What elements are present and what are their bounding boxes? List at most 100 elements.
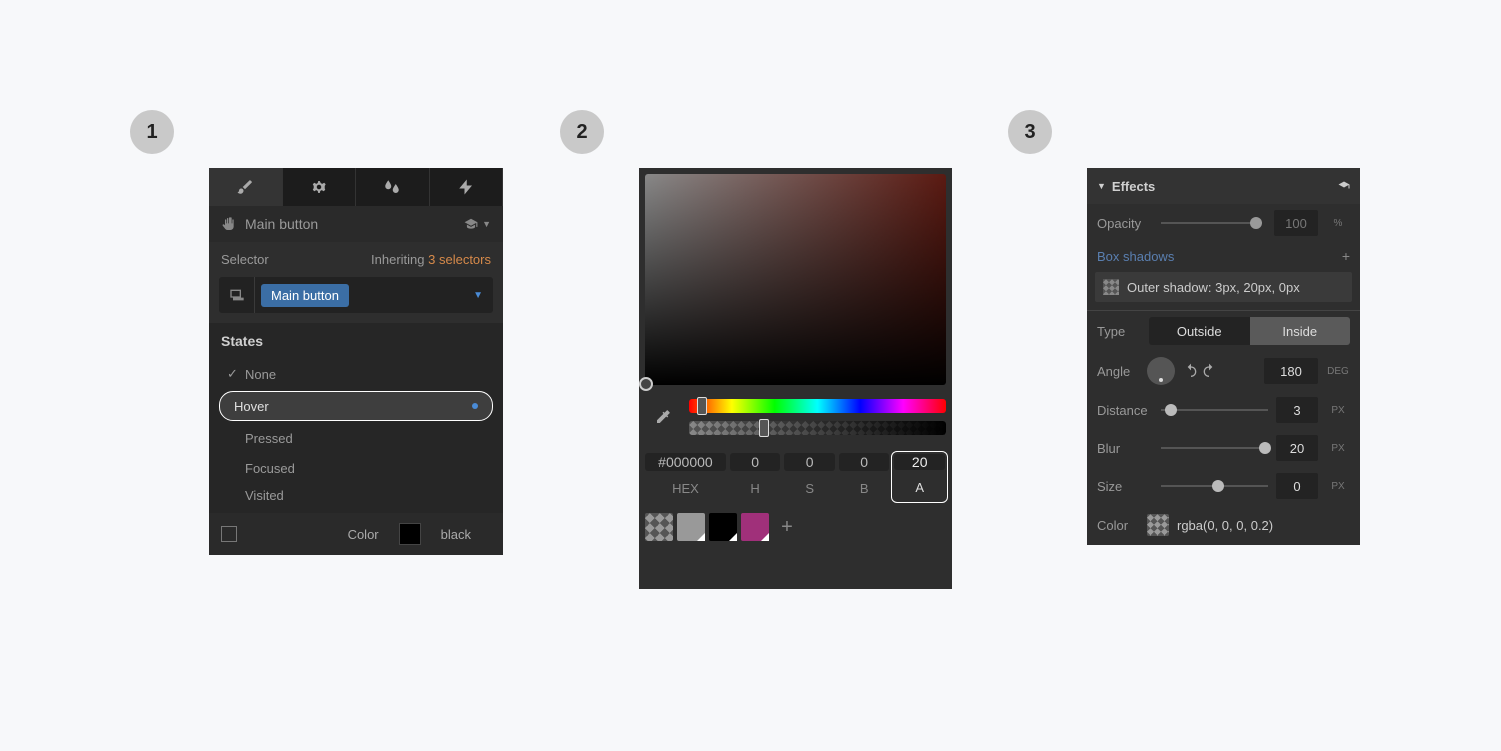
size-label: Size [1097,479,1153,494]
angle-dial[interactable] [1147,357,1175,385]
swatch-transparent[interactable] [645,513,673,541]
tab-interactions[interactable] [356,168,430,206]
angle-unit: DEG [1326,366,1350,377]
tab-style[interactable] [209,168,283,206]
state-label: Focused [245,461,295,476]
type-inside[interactable]: Inside [1250,317,1351,345]
inheriting-info[interactable]: Inheriting 3 selectors [371,252,491,267]
opacity-label: Opacity [1097,216,1149,231]
alpha-thumb[interactable] [759,419,769,437]
inheriting-label: Inheriting [371,252,424,267]
saturation-input[interactable]: 0 [784,453,835,471]
size-row: Size 0 PX [1087,467,1360,505]
sb-handle[interactable] [639,377,653,391]
px-unit: PX [1326,405,1350,416]
px-unit: PX [1326,443,1350,454]
caret-down-icon: ▼ [1097,181,1106,191]
states-header: States [209,323,503,359]
distance-slider[interactable] [1161,409,1268,411]
opacity-value[interactable]: 100 [1274,210,1318,236]
saturation-brightness-area[interactable] [645,174,946,385]
color-inputs-row: #000000 HEX 0 H 0 S 0 B 20 A [645,453,946,501]
swatch-row: + [645,513,946,541]
gear-icon [310,178,328,196]
type-row: Type Outside Inside [1087,311,1360,351]
h-label: H [730,475,781,501]
hex-input[interactable]: #000000 [645,453,726,471]
caret-down-icon[interactable]: ▼ [482,219,491,229]
swatch-magenta[interactable] [741,513,769,541]
distance-knob[interactable] [1165,404,1177,416]
effects-header[interactable]: ▼ Effects [1087,168,1360,204]
shadow-color-swatch[interactable] [1147,514,1169,536]
angle-value[interactable]: 180 [1264,358,1318,384]
hue-thumb[interactable] [697,397,707,415]
b-label: B [839,475,890,501]
opacity-slider[interactable] [1161,222,1262,224]
box-icon[interactable] [221,526,237,542]
hue-slider[interactable] [689,399,946,413]
state-label: Hover [234,399,269,414]
hex-label: HEX [645,475,726,501]
size-value[interactable]: 0 [1276,473,1318,499]
size-knob[interactable] [1212,480,1224,492]
color-value: black [441,527,471,542]
selector-combobox[interactable]: Main button ▼ [219,277,493,313]
redo-icon[interactable] [1201,363,1217,379]
s-label: S [784,475,835,501]
state-hover[interactable]: Hover [219,391,493,421]
tab-settings[interactable] [283,168,357,206]
tab-effects[interactable] [430,168,504,206]
state-pressed[interactable]: Pressed [209,423,503,453]
distance-row: Distance 3 PX [1087,391,1360,429]
state-visited[interactable]: Visited [209,483,503,513]
selector-target-icon[interactable] [219,277,255,313]
shadow-color-swatch[interactable] [1103,279,1119,295]
selector-chip[interactable]: Main button [261,284,349,307]
panel-tabs [209,168,503,206]
eyedropper-button[interactable] [645,393,681,441]
color-swatch[interactable] [399,523,421,545]
lightning-icon [457,178,475,196]
graduation-cap-icon[interactable] [1338,180,1350,192]
brightness-input[interactable]: 0 [839,453,890,471]
selected-dot-icon [472,403,478,409]
graduation-cap-icon[interactable] [464,217,478,231]
element-name: Main button [245,216,318,232]
droplets-icon [383,178,401,196]
undo-icon[interactable] [1183,363,1199,379]
brush-icon [236,178,254,196]
opacity-knob[interactable] [1250,217,1262,229]
type-outside[interactable]: Outside [1149,317,1250,345]
blur-slider[interactable] [1161,447,1268,449]
swatch-black[interactable] [709,513,737,541]
state-label: Visited [245,488,284,503]
a-label: A [894,474,945,500]
size-slider[interactable] [1161,485,1268,487]
state-none[interactable]: ✓None [209,359,503,389]
color-row: Color black [209,513,503,555]
hue-input[interactable]: 0 [730,453,781,471]
type-segmented: Outside Inside [1149,317,1350,345]
caret-down-icon[interactable]: ▼ [473,290,483,301]
add-swatch-button[interactable]: + [773,513,801,541]
states-dropdown: States ✓None Hover Pressed Focused Visit… [209,323,503,513]
selector-row: Selector Inheriting 3 selectors [209,242,503,277]
add-shadow-button[interactable]: + [1342,248,1350,264]
shadow-description: Outer shadow: 3px, 20px, 0px [1127,280,1300,295]
alpha-slider[interactable] [689,421,946,435]
state-focused[interactable]: Focused [209,453,503,483]
swatch-grey[interactable] [677,513,705,541]
state-label: Pressed [245,431,293,446]
shadow-color-value[interactable]: rgba(0, 0, 0, 0.2) [1177,518,1273,533]
inheriting-count: 3 selectors [428,252,491,267]
shadow-item[interactable]: Outer shadow: 3px, 20px, 0px [1095,272,1352,302]
hand-icon [221,216,237,232]
blur-knob[interactable] [1259,442,1271,454]
alpha-input[interactable]: 20 [894,454,945,470]
angle-label: Angle [1097,364,1139,379]
check-icon: ✓ [227,366,245,382]
distance-value[interactable]: 3 [1276,397,1318,423]
blur-value[interactable]: 20 [1276,435,1318,461]
effects-title: Effects [1112,179,1155,194]
